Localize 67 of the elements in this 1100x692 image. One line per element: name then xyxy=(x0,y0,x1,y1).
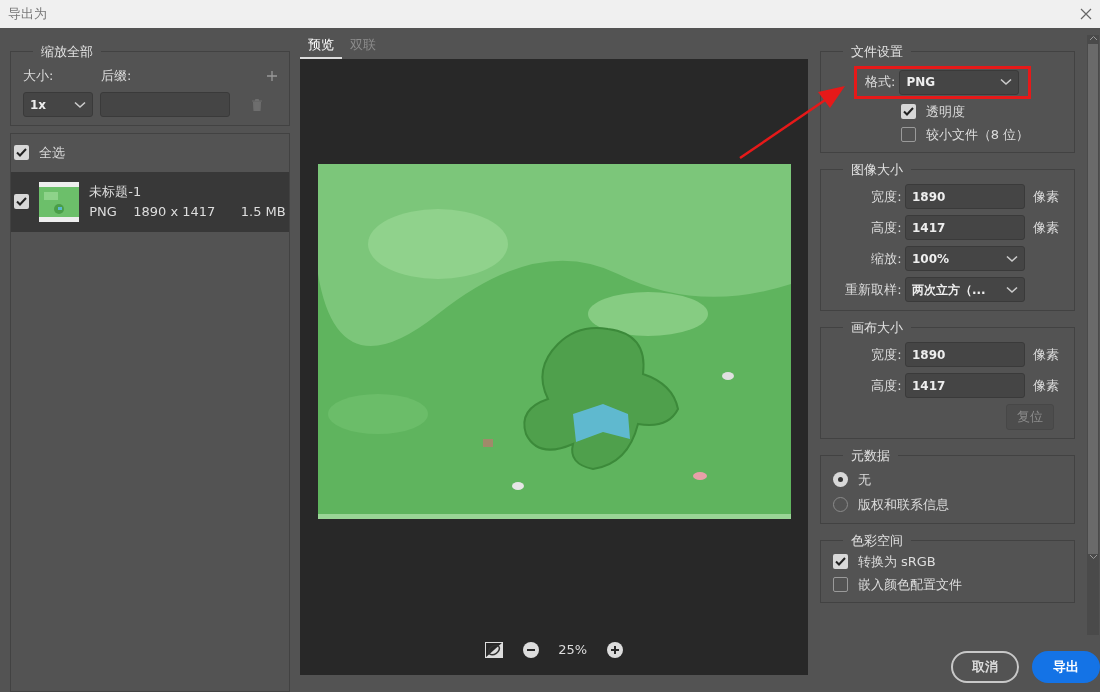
format-dropdown[interactable]: PNG xyxy=(899,69,1020,95)
suffix-field[interactable] xyxy=(99,92,230,117)
number-field[interactable]: 1890 xyxy=(905,184,1025,209)
checkbox[interactable] xyxy=(833,554,848,569)
number-field[interactable]: 1417 xyxy=(905,373,1025,398)
unit-label: 像素 xyxy=(1033,187,1059,206)
field-label: 格式: xyxy=(865,73,896,92)
cancel-button[interactable]: 取消 xyxy=(951,651,1019,683)
unit-label: 像素 xyxy=(1033,218,1059,237)
chevron-down-icon[interactable] xyxy=(1006,254,1018,263)
scrollbar[interactable] xyxy=(1087,34,1099,635)
size-dropdown[interactable]: 1x xyxy=(23,92,93,117)
add-icon[interactable] xyxy=(267,70,277,81)
checkbox[interactable] xyxy=(14,194,30,209)
checkbox-label: 嵌入颜色配置文件 xyxy=(857,575,962,594)
asset-name: 未标题-1 xyxy=(89,183,143,201)
asset-file-size: 1.5 MB xyxy=(240,202,286,221)
group-title: 元数据 xyxy=(850,448,891,462)
zoom-level: 25% xyxy=(558,640,588,659)
close-icon[interactable] xyxy=(1080,8,1092,20)
checkbox[interactable] xyxy=(901,126,916,142)
dropdown-value: 两次立方（... xyxy=(912,281,986,299)
field-label: 缩放: xyxy=(870,249,903,268)
field-label: 高度: xyxy=(870,218,903,237)
asset-format: PNG xyxy=(89,202,118,221)
scroll-up-icon[interactable] xyxy=(1088,34,1098,41)
field-label: 后缀: xyxy=(101,67,133,85)
radio-label: 版权和联系信息 xyxy=(857,496,949,514)
chevron-down-icon[interactable] xyxy=(1006,285,1018,294)
dropdown-value: 100% xyxy=(912,250,950,268)
unit-label: 像素 xyxy=(1033,345,1059,364)
preview-toggle-icon[interactable] xyxy=(485,641,504,658)
number-field[interactable]: 1417 xyxy=(905,215,1025,240)
checkbox[interactable] xyxy=(14,145,30,160)
group-title: 文件设置 xyxy=(850,44,904,58)
radio-label: 无 xyxy=(857,470,871,489)
dropdown-value: 1x xyxy=(30,96,47,114)
checkbox-label: 较小文件（8 位） xyxy=(925,125,1030,144)
dropdown-value: PNG xyxy=(906,74,936,91)
field-label: 宽度: xyxy=(870,187,903,206)
asset-dimensions: 1890 x 1417 xyxy=(133,202,217,221)
field-label: 大小: xyxy=(23,67,55,85)
checkbox[interactable] xyxy=(901,104,916,119)
group-title: 图像大小 xyxy=(850,163,904,176)
checkbox-label: 全选 xyxy=(39,143,65,162)
export-button[interactable]: 导出 xyxy=(1032,651,1100,683)
chevron-down-icon[interactable] xyxy=(1000,78,1013,86)
number-field[interactable]: 1890 xyxy=(905,342,1025,367)
group-title: 画布大小 xyxy=(850,321,904,334)
dropdown[interactable]: 100% xyxy=(905,246,1025,271)
window-title: 导出为 xyxy=(8,5,47,24)
field-label: 高度: xyxy=(870,376,903,395)
chevron-down-icon[interactable] xyxy=(74,100,86,109)
zoom-out-icon[interactable] xyxy=(522,641,539,658)
checkbox-label: 透明度 xyxy=(925,102,965,121)
dropdown[interactable]: 两次立方（... xyxy=(905,277,1025,302)
checkbox[interactable] xyxy=(833,576,848,592)
radio-button[interactable] xyxy=(833,471,848,487)
checkbox-label: 转换为 sRGB xyxy=(857,552,936,571)
zoom-in-icon[interactable] xyxy=(606,641,623,658)
asset-row[interactable]: 未标题-1 PNG 1890 x 1417 1.5 MB xyxy=(11,171,289,232)
group-title: 缩放全部 xyxy=(40,44,94,58)
field-label: 重新取样: xyxy=(844,280,903,299)
field-label: 宽度: xyxy=(870,345,903,364)
unit-label: 像素 xyxy=(1033,376,1059,395)
scroll-down-icon[interactable] xyxy=(1088,553,1098,560)
group-title: 色彩空间 xyxy=(850,533,904,547)
